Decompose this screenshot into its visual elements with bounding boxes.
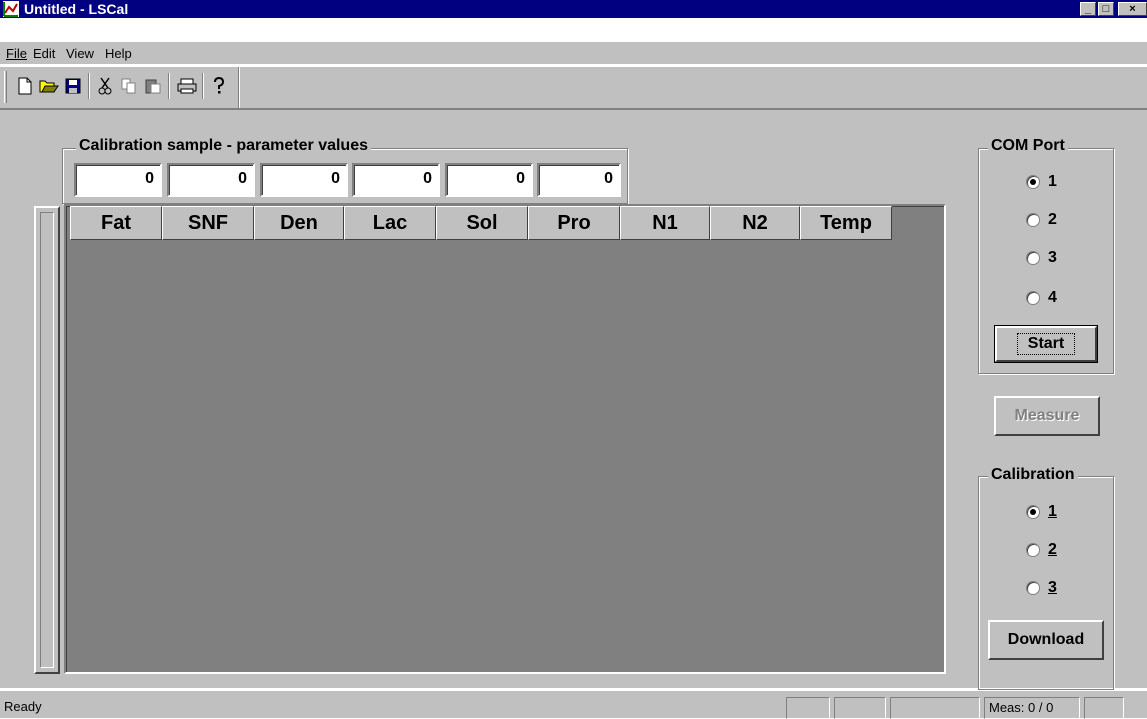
toolbar-separator [202, 73, 204, 99]
status-bar: Ready Meas: 0 / 0 [0, 690, 1147, 719]
com-port-radio-3[interactable]: 3 [1026, 248, 1057, 268]
column-header-fat[interactable]: Fat [70, 206, 162, 240]
param-input-snf[interactable]: 0 [167, 163, 255, 197]
window-top-band [0, 18, 1147, 42]
row-header-frame[interactable] [34, 206, 60, 674]
com-port-radio-4-label: 4 [1048, 289, 1057, 306]
status-panel-3 [890, 697, 980, 719]
open-icon[interactable] [38, 75, 60, 97]
status-meas: Meas: 0 / 0 [984, 697, 1080, 719]
menu-view-label: View [66, 46, 94, 61]
status-panel-2 [834, 697, 886, 719]
calibration-sample-label: Calibration sample - parameter values [76, 137, 371, 155]
radio-selected-icon [1026, 175, 1040, 189]
com-port-label: COM Port [988, 137, 1068, 155]
window-title: Untitled - LSCal [24, 1, 129, 17]
calibration-radio-3-label: 3 [1048, 579, 1057, 596]
status-text: Ready [4, 699, 42, 714]
column-header-temp[interactable]: Temp [800, 206, 892, 240]
param-input-den[interactable]: 0 [260, 163, 348, 197]
radio-icon [1026, 291, 1040, 305]
measure-button-label: Measure [1014, 407, 1080, 424]
start-button[interactable]: Start [994, 325, 1098, 363]
calibration-radio-1-label: 1 [1048, 503, 1057, 520]
column-header-snf[interactable]: SNF [162, 206, 254, 240]
param-input-sol[interactable]: 0 [445, 163, 533, 197]
com-port-radio-2-label: 2 [1048, 211, 1057, 228]
column-header-n1[interactable]: N1 [620, 206, 710, 240]
calibration-options: 1 2 3 [1026, 500, 1106, 620]
column-header-sol[interactable]: Sol [436, 206, 528, 240]
client-area: Calibration sample - parameter values 0 … [0, 108, 1147, 690]
status-panel-5 [1084, 697, 1124, 719]
calibration-radio-2[interactable]: 2 [1026, 540, 1057, 560]
calibration-label: Calibration [988, 466, 1078, 484]
com-port-radio-1[interactable]: 1 [1026, 172, 1057, 192]
download-button-label: Download [1007, 631, 1085, 648]
minimize-button[interactable]: _ [1080, 2, 1096, 16]
toolbar-separator [168, 73, 170, 99]
menu-edit[interactable]: Edit [33, 46, 55, 61]
menu-help[interactable]: Help [105, 46, 132, 61]
toolbar [0, 66, 1147, 108]
menu-edit-label: Edit [33, 46, 56, 61]
data-grid[interactable]: Fat SNF Den Lac Sol Pro N1 N2 Temp [64, 204, 946, 674]
com-port-radio-2[interactable]: 2 [1026, 210, 1057, 230]
title-bar: Untitled - LSCal _ □ × [0, 0, 1147, 18]
toolbar-grip [4, 71, 7, 103]
save-icon[interactable] [62, 75, 84, 97]
cut-icon[interactable] [94, 75, 116, 97]
download-button[interactable]: Download [988, 620, 1104, 660]
print-icon[interactable] [176, 75, 198, 97]
app-icon [3, 1, 19, 17]
row-header-inner [40, 212, 54, 668]
menu-help-label: Help [105, 46, 132, 61]
maximize-button[interactable]: □ [1098, 2, 1114, 16]
column-header-n2[interactable]: N2 [710, 206, 800, 240]
column-header-pro[interactable]: Pro [528, 206, 620, 240]
radio-icon [1026, 251, 1040, 265]
paste-icon[interactable] [142, 75, 164, 97]
toolbar-end [238, 67, 240, 108]
com-port-radio-3-label: 3 [1048, 249, 1057, 266]
radio-icon [1026, 581, 1040, 595]
close-button[interactable]: × [1118, 2, 1147, 16]
menu-file-label: File [6, 46, 27, 61]
help-icon[interactable] [208, 75, 230, 97]
calibration-radio-2-label: 2 [1048, 541, 1057, 558]
menu-file[interactable]: File [6, 46, 27, 61]
menu-view[interactable]: View [66, 46, 94, 61]
calibration-radio-3[interactable]: 3 [1026, 578, 1057, 598]
menu-bar: File Edit View Help [0, 42, 1147, 64]
start-button-label: Start [1016, 333, 1076, 355]
new-icon[interactable] [14, 75, 36, 97]
param-input-lac[interactable]: 0 [352, 163, 440, 197]
radio-selected-icon [1026, 505, 1040, 519]
radio-icon [1026, 543, 1040, 557]
param-input-pro[interactable]: 0 [537, 163, 621, 197]
status-panel-1 [786, 697, 830, 719]
calibration-radio-1[interactable]: 1 [1026, 502, 1057, 522]
column-header-den[interactable]: Den [254, 206, 344, 240]
copy-icon[interactable] [118, 75, 140, 97]
com-port-radio-4[interactable]: 4 [1026, 288, 1057, 308]
toolbar-separator [88, 73, 90, 99]
param-input-fat[interactable]: 0 [74, 163, 162, 197]
column-header-lac[interactable]: Lac [344, 206, 436, 240]
radio-icon [1026, 213, 1040, 227]
measure-button[interactable]: Measure [994, 396, 1100, 436]
com-port-radio-1-label: 1 [1048, 173, 1057, 190]
